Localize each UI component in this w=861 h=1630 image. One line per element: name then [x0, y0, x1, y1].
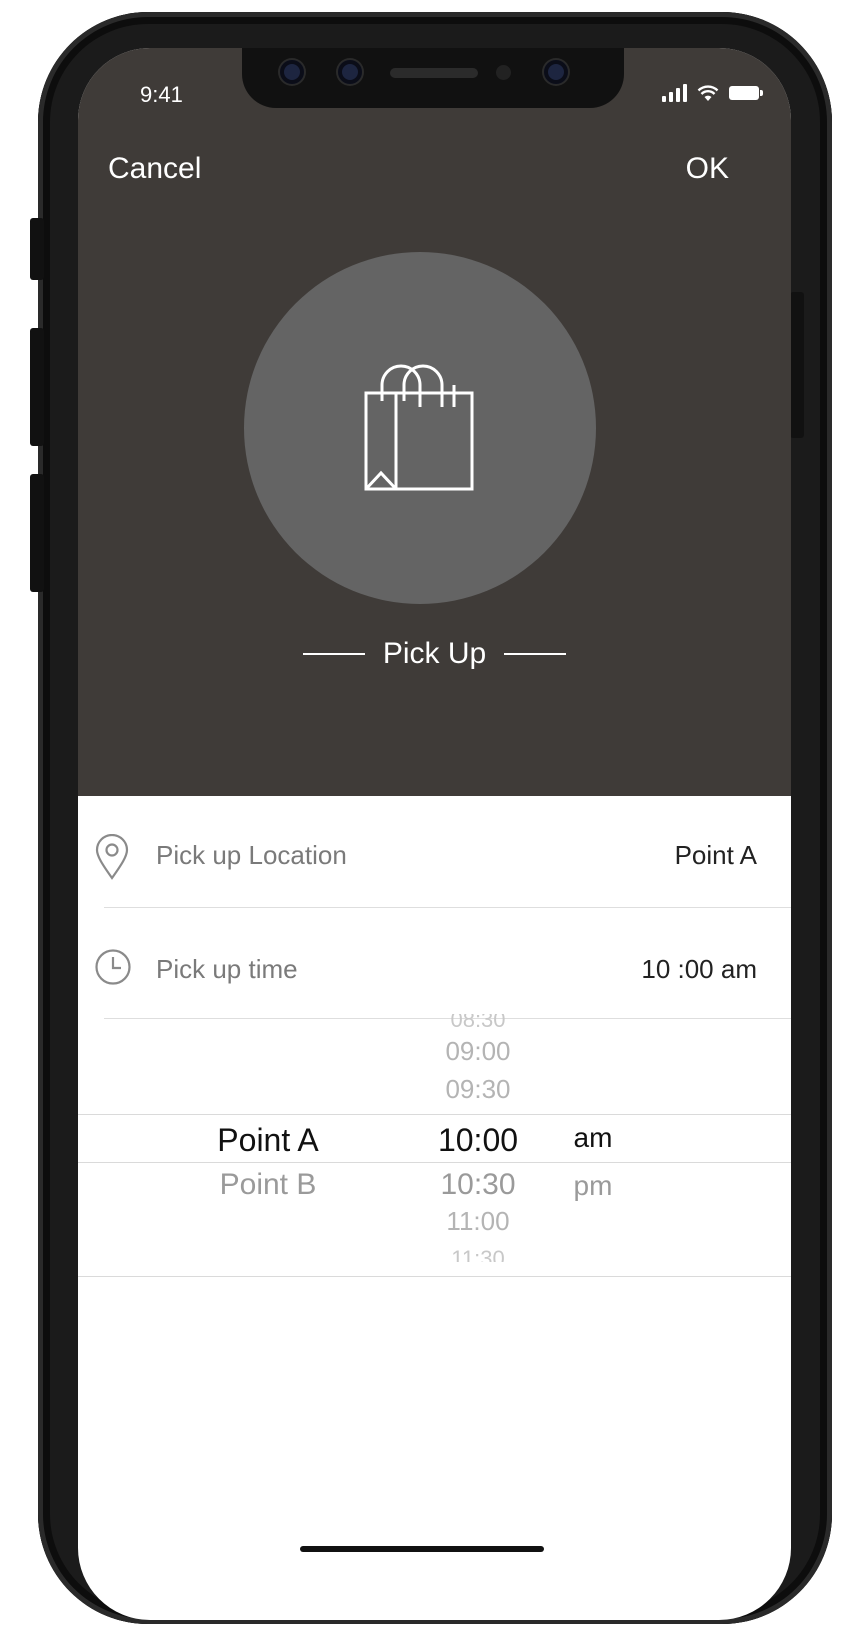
- picker-period-option[interactable]: am: [558, 1122, 628, 1154]
- mute-switch: [30, 218, 44, 280]
- camera-icon: [544, 60, 568, 84]
- cancel-button[interactable]: Cancel: [108, 152, 201, 186]
- pickup-location-label: Pick up Location: [156, 840, 347, 870]
- picker-time-option[interactable]: 11:00: [418, 1206, 538, 1237]
- status-time: 9:41: [140, 82, 183, 107]
- clock-icon: [95, 949, 131, 985]
- pickup-title: Pick Up: [382, 637, 487, 670]
- volume-up-button: [30, 328, 44, 446]
- pickup-location-value: Point A: [674, 840, 757, 870]
- camera-icon: [338, 60, 362, 84]
- pickup-time-row[interactable]: Pick up time 10 :00 am: [78, 908, 791, 1020]
- shopping-bag-icon: [364, 364, 474, 491]
- pickup-time-label: Pick up time: [156, 954, 298, 984]
- title-divider-left: [302, 653, 365, 655]
- phone-screen: 9:41 Cancel OK Pick Up Pick up Location …: [78, 48, 791, 1620]
- picker-time-option[interactable]: 09:30: [418, 1074, 538, 1105]
- notch: [242, 48, 624, 108]
- picker-period-option[interactable]: pm: [558, 1170, 628, 1202]
- picker-selection-top-line: [78, 1114, 791, 1115]
- pickup-icon-circle: [244, 252, 596, 604]
- pickup-location-row[interactable]: Pick up Location Point A: [78, 796, 791, 908]
- picker-time-option[interactable]: 08:30: [418, 1014, 538, 1032]
- picker-time-option[interactable]: 10:30: [418, 1168, 538, 1202]
- pickup-title-row: Pick Up: [78, 634, 791, 674]
- picker-time-option[interactable]: 10:00: [418, 1122, 538, 1159]
- pickup-header: 9:41 Cancel OK Pick Up: [78, 48, 791, 796]
- camera-icon: [280, 60, 304, 84]
- sensor-dot: [496, 65, 511, 80]
- pickup-picker[interactable]: Point A Point B 08:30 09:00 09:30 10:00 …: [78, 1008, 791, 1278]
- speaker-grille: [390, 68, 478, 78]
- picker-bottom-line: [78, 1276, 791, 1277]
- picker-location-option[interactable]: Point B: [178, 1168, 358, 1202]
- pickup-time-value: 10 :00 am: [641, 954, 757, 984]
- wifi-icon: [697, 85, 719, 101]
- status-icons: [662, 84, 763, 102]
- picker-time-option[interactable]: 11:30: [418, 1244, 538, 1262]
- battery-icon: [729, 86, 763, 100]
- picker-selection-bottom-line: [78, 1162, 791, 1163]
- title-divider-right: [504, 653, 567, 655]
- volume-down-button: [30, 474, 44, 592]
- location-pin-icon: [95, 834, 129, 880]
- picker-location-option[interactable]: Point A: [178, 1122, 358, 1159]
- ok-button[interactable]: OK: [686, 152, 729, 186]
- home-indicator[interactable]: [300, 1546, 544, 1552]
- picker-time-option[interactable]: 09:00: [418, 1036, 538, 1067]
- signal-icon: [662, 84, 687, 102]
- power-button: [790, 292, 804, 438]
